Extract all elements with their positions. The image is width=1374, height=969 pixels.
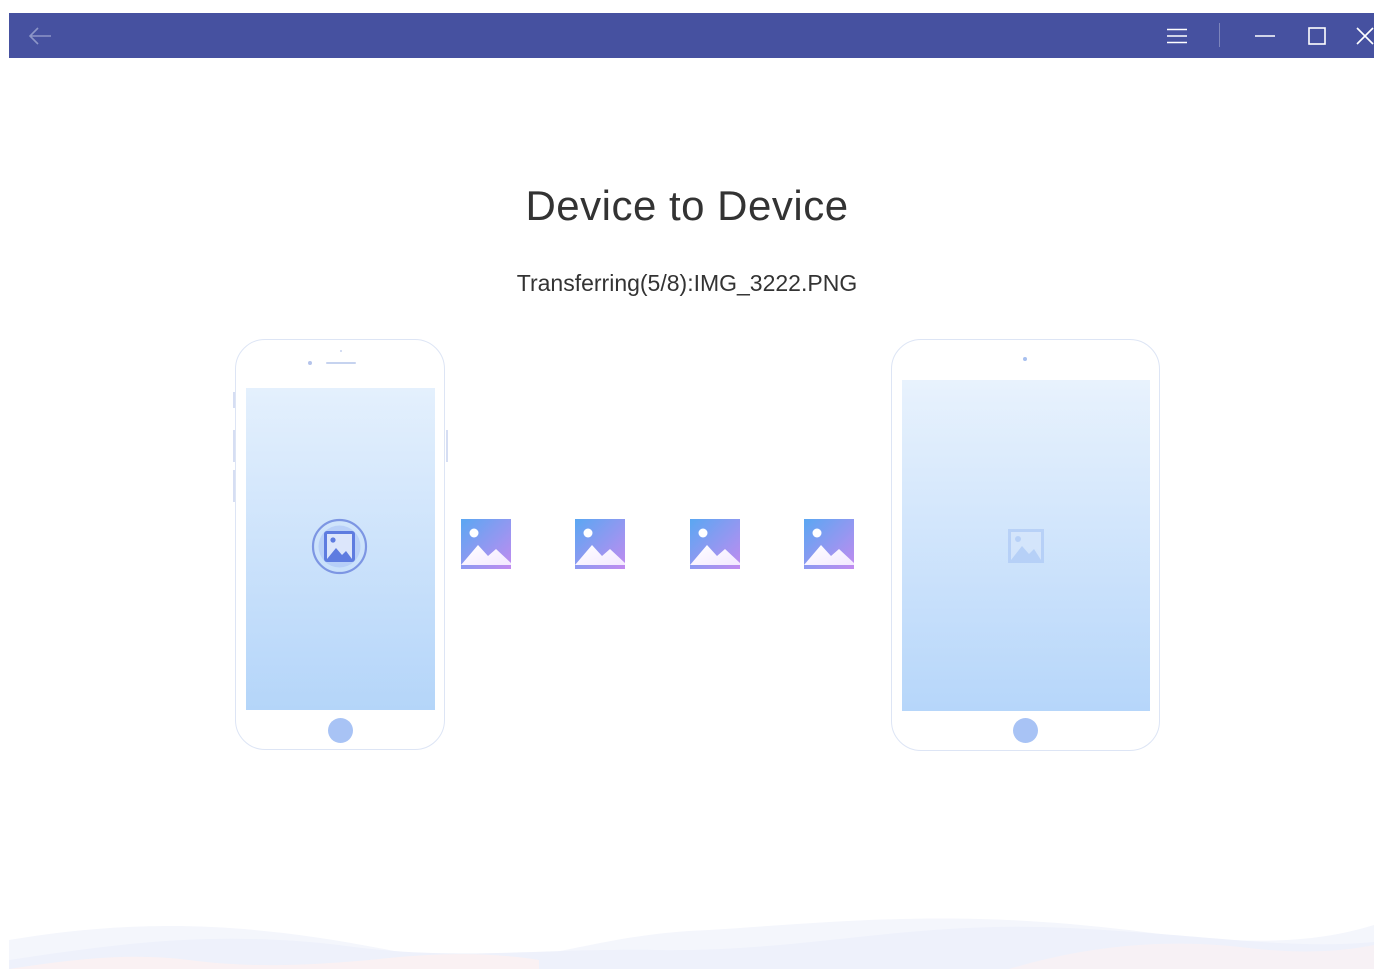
- title-bar: [9, 13, 1374, 58]
- target-photo-icon: [1008, 529, 1044, 568]
- transfer-photo-icon: [690, 519, 740, 569]
- transfer-photo-icon: [461, 519, 511, 569]
- phone-home-button: [328, 718, 353, 743]
- back-arrow-icon[interactable]: [19, 13, 61, 58]
- decorative-wave: [9, 918, 1374, 969]
- phone-speaker: [326, 362, 356, 364]
- maximize-icon[interactable]: [1299, 13, 1335, 58]
- minimize-icon[interactable]: [1247, 13, 1283, 58]
- transfer-status: Transferring(5/8):IMG_3222.PNG: [516, 270, 858, 296]
- close-icon[interactable]: [1347, 13, 1374, 58]
- phone-side-button: [233, 392, 235, 408]
- titlebar-divider: [1219, 23, 1220, 47]
- hamburger-menu-icon[interactable]: [1159, 13, 1195, 58]
- phone-side-button: [233, 430, 235, 462]
- tablet-camera: [1023, 357, 1027, 361]
- phone-side-button: [233, 470, 235, 502]
- phone-camera: [308, 361, 312, 365]
- transfer-photo-icon: [804, 519, 854, 569]
- source-photo-icon: [311, 518, 368, 580]
- transfer-photo-icon: [575, 519, 625, 569]
- page-title: Device to Device: [525, 182, 849, 229]
- phone-sensor: [340, 350, 342, 352]
- tablet-home-button: [1013, 718, 1038, 743]
- phone-side-button: [446, 430, 448, 462]
